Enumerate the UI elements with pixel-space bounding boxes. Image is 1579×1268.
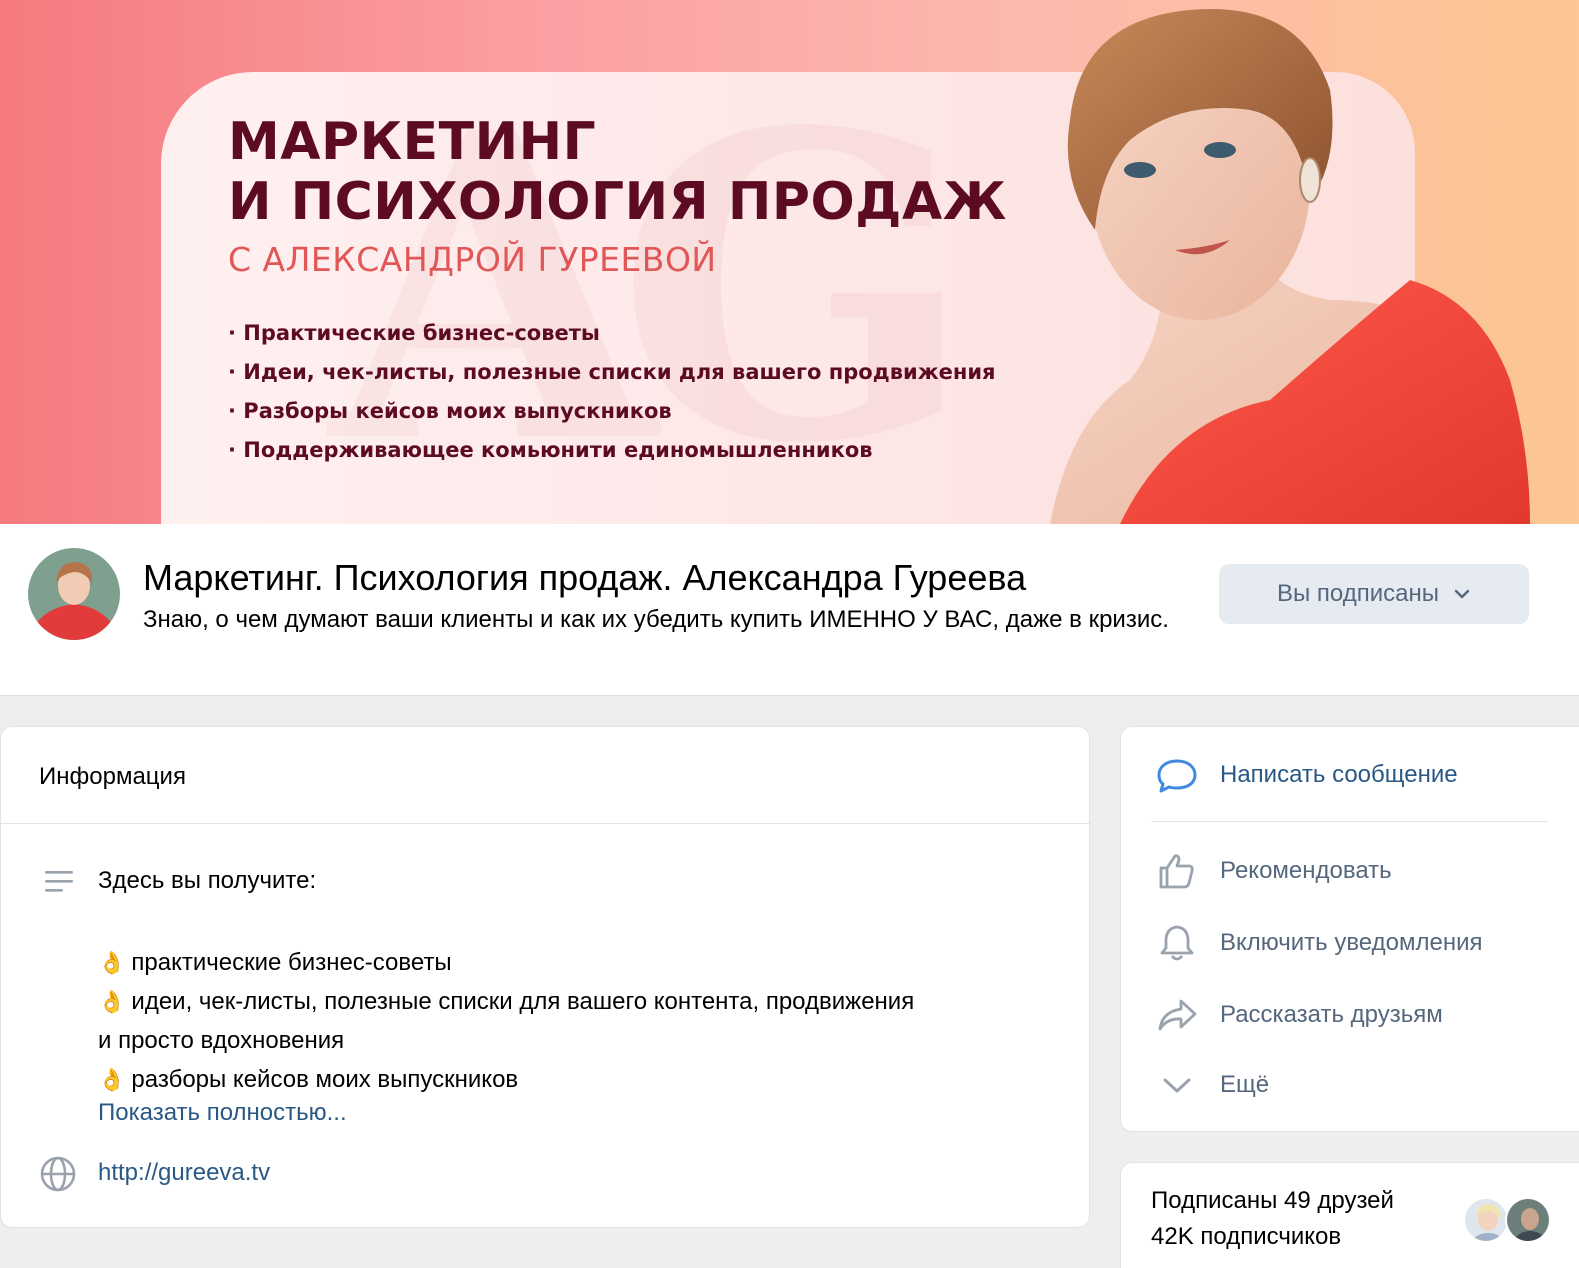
ok-hand-emoji: 👌	[98, 1067, 126, 1092]
action-label: Рекомендовать	[1220, 857, 1392, 884]
divider	[1151, 821, 1548, 822]
info-title: Информация	[39, 763, 186, 790]
share-button[interactable]: Рассказать друзьям	[1121, 985, 1579, 1045]
ok-hand-emoji: 👌	[98, 950, 126, 975]
community-avatar[interactable]	[28, 548, 120, 640]
description-text: разборы кейсов моих выпускников	[131, 1066, 519, 1093]
avatar-image	[28, 548, 120, 640]
chevron-down-icon	[1454, 589, 1470, 599]
cover-title-line1: МАРКЕТИНГ	[228, 112, 597, 172]
subscribed-label: Вы подписаны	[1277, 580, 1439, 607]
action-label: Рассказать друзьям	[1220, 1001, 1443, 1028]
write-message-button[interactable]: Написать сообщение	[1121, 745, 1579, 805]
thumbs-up-icon	[1159, 854, 1194, 889]
chevron-down-icon	[1163, 1078, 1191, 1093]
ok-hand-emoji: 👌	[98, 989, 126, 1014]
message-icon	[1157, 759, 1197, 793]
description-list: 👌 практические бизнес-советы 👌 идеи, чек-л…	[98, 943, 1058, 1099]
cover-bullet: Идеи, чек-листы, полезные списки для ваш…	[228, 353, 995, 392]
community-page: AG МАРКЕТИНГ И ПСИХОЛОГИЯ ПРОДАЖ С АЛЕКС…	[0, 0, 1579, 1268]
action-label: Включить уведомления	[1220, 929, 1483, 956]
bell-icon	[1160, 925, 1194, 961]
cover-portrait-image	[1050, 9, 1530, 524]
action-label: Написать сообщение	[1220, 761, 1458, 788]
community-header: Маркетинг. Психология продаж. Александра…	[0, 524, 1579, 696]
divider	[1, 823, 1091, 824]
community-status: Знаю, о чем думают ваши клиенты и как их…	[143, 606, 1169, 633]
description-line: и просто вдохновения	[98, 1021, 1058, 1060]
cover-title: МАРКЕТИНГ И ПСИХОЛОГИЯ ПРОДАЖ	[228, 112, 1007, 232]
enable-notifications-button[interactable]: Включить уведомления	[1121, 913, 1579, 973]
website-link[interactable]: http://gureeva.tv	[98, 1159, 270, 1187]
description-text: и просто вдохновения	[98, 1027, 345, 1054]
friends-following-count: Подписаны 49 друзей	[1151, 1187, 1394, 1214]
share-icon	[1158, 999, 1197, 1031]
globe-icon	[40, 1156, 76, 1192]
description-line: 👌 практические бизнес-советы	[98, 943, 1058, 982]
community-name: Маркетинг. Психология продаж. Александра…	[143, 557, 1027, 598]
cover-bullet-list: Практические бизнес-советы Идеи, чек-лис…	[228, 314, 996, 470]
cover-bullet: Поддерживающее комьюнити единомышленнико…	[228, 431, 996, 470]
description-text: практические бизнес-советы	[131, 949, 452, 976]
cover-title-line2: И ПСИХОЛОГИЯ ПРОДАЖ	[228, 172, 1007, 232]
info-card: Информация Здесь вы получите: 👌 практичес…	[0, 726, 1091, 1228]
show-more-link[interactable]: Показать полностью...	[98, 1099, 347, 1127]
cover-banner: AG МАРКЕТИНГ И ПСИХОЛОГИЯ ПРОДАЖ С АЛЕКС…	[0, 0, 1579, 524]
subscribers-count: 42K подписчиков	[1151, 1223, 1342, 1250]
more-button[interactable]: Ещё	[1121, 1055, 1579, 1115]
description-text: идеи, чек-листы, полезные списки для ваш…	[131, 988, 915, 1015]
cover-subtitle: С АЛЕКСАНДРОЙ ГУРЕЕВОЙ	[228, 240, 717, 279]
description-line: 👌 идеи, чек-листы, полезные списки для ва…	[98, 982, 1058, 1021]
friend-avatar	[1463, 1197, 1509, 1243]
friend-avatar	[1505, 1197, 1551, 1243]
cover-bullet: Практические бизнес-советы	[228, 314, 996, 353]
followers-card[interactable]: Подписаны 49 друзей 42K подписчиков	[1120, 1162, 1579, 1268]
cover-bullet: Разборы кейсов моих выпускников	[228, 392, 996, 431]
subscribed-button[interactable]: Вы подписаны	[1219, 564, 1529, 624]
action-label: Ещё	[1220, 1071, 1270, 1098]
recommend-button[interactable]: Рекомендовать	[1121, 841, 1579, 901]
description-heading: Здесь вы получите:	[98, 867, 317, 894]
text-lines-icon	[45, 871, 73, 892]
description-line: 👌 разборы кейсов моих выпускников	[98, 1060, 1058, 1099]
actions-card: Написать сообщение Рекомендовать Включит…	[1120, 726, 1579, 1132]
